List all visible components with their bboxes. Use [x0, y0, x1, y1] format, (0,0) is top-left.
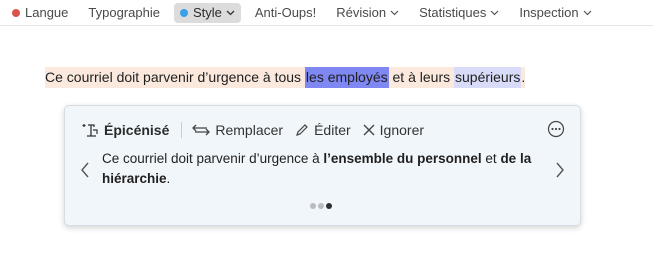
suggestion-replacement-1: l’ensemble du personnel: [323, 151, 482, 166]
tab-typographie[interactable]: Typographie: [82, 3, 166, 23]
suggestion-pager: [310, 203, 332, 209]
ignore-button[interactable]: Ignorer: [363, 122, 424, 138]
chevron-down-icon: [226, 10, 235, 16]
action-separator: [181, 122, 183, 138]
tab-revision[interactable]: Révision: [330, 3, 405, 23]
style-status-dot: [179, 8, 188, 17]
pager-dot[interactable]: [310, 203, 316, 209]
tab-anti-oups-label: Anti-Oups!: [254, 5, 317, 20]
sentence-text: Ce courriel doit parvenir d’urgence à to…: [45, 69, 305, 85]
pager-dot-active[interactable]: [326, 203, 332, 209]
correction-toolbar: Langue Typographie Style Anti-Oups! Révi…: [0, 0, 653, 26]
tab-revision-label: Révision: [336, 5, 387, 20]
tab-langue[interactable]: Langue: [6, 3, 74, 23]
tab-typographie-label: Typographie: [88, 5, 160, 20]
epicene-icon: [82, 124, 98, 137]
highlighted-phrase-superieurs[interactable]: supérieurs: [454, 67, 522, 88]
document-sentence: Ce courriel doit parvenir d’urgence à to…: [45, 67, 526, 88]
swap-arrows-icon: [192, 124, 211, 136]
suggestion-text: Ce courriel doit parvenir d’urgence à l’…: [102, 151, 532, 186]
edit-button[interactable]: Éditer: [295, 122, 351, 138]
chevron-down-icon: [583, 10, 592, 16]
tab-style-label: Style: [192, 5, 222, 20]
pencil-icon: [296, 124, 308, 136]
more-options-icon[interactable]: [547, 120, 565, 138]
tab-inspection[interactable]: Inspection: [513, 3, 597, 23]
sentence-text: et à leurs: [388, 69, 454, 85]
chevron-down-icon: [490, 10, 499, 16]
tab-statistiques-label: Statistiques: [419, 5, 487, 20]
chevron-right-icon[interactable]: [554, 161, 566, 179]
tab-inspection-label: Inspection: [519, 5, 579, 20]
tab-style[interactable]: Style: [173, 2, 241, 23]
tab-langue-label: Langue: [25, 5, 69, 20]
replace-button[interactable]: Remplacer: [192, 122, 283, 138]
tab-statistiques[interactable]: Statistiques: [413, 3, 505, 23]
langue-status-dot: [12, 8, 20, 17]
chevron-down-icon: [390, 10, 399, 16]
sentence-text: .: [521, 69, 526, 85]
epicenise-label: Épicénisé: [81, 122, 169, 138]
pager-dot[interactable]: [318, 203, 324, 209]
chevron-left-icon[interactable]: [79, 161, 91, 179]
close-icon: [363, 124, 375, 136]
highlighted-phrase-employes[interactable]: les employés: [304, 67, 389, 88]
tab-anti-oups[interactable]: Anti-Oups!: [249, 3, 322, 23]
card-action-bar: Épicénisé Remplacer Éditer Ignorer: [81, 120, 436, 140]
suggestion-card: Épicénisé Remplacer Éditer Ignorer Ce co…: [64, 105, 581, 226]
